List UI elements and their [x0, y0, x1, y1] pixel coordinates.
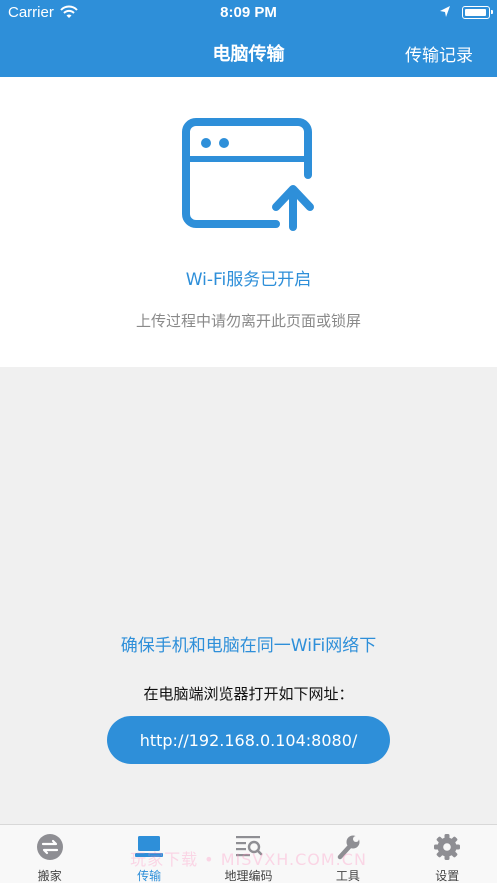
- battery-icon: [462, 6, 493, 19]
- transfer-history-button[interactable]: 传输记录: [405, 41, 473, 66]
- location-arrow-icon: [440, 6, 450, 17]
- header-bar: Carrier 8:09 PM 电脑传输 传输记录: [0, 0, 497, 77]
- same-network-notice: 确保手机和电脑在同一WiFi网络下: [120, 636, 377, 656]
- wifi-service-panel: Wi-Fi服务已开启 上传过程中请勿离开此页面或锁屏: [0, 77, 497, 367]
- open-browser-instruction: 在电脑端浏览器打开如下网址：: [143, 685, 354, 703]
- watermark: 玩家下载 • MISVXH.COM.CN: [130, 850, 367, 869]
- wifi-status-subtitle: 上传过程中请勿离开此页面或锁屏: [135, 312, 361, 330]
- server-url-button[interactable]: http://192.168.0.104:8080/: [107, 716, 390, 764]
- status-bar: Carrier 8:09 PM: [0, 0, 497, 26]
- wifi-status-title: Wi-Fi服务已开启: [185, 270, 312, 290]
- clock: 8:09 PM: [220, 4, 277, 21]
- browser-upload-icon: [182, 118, 314, 231]
